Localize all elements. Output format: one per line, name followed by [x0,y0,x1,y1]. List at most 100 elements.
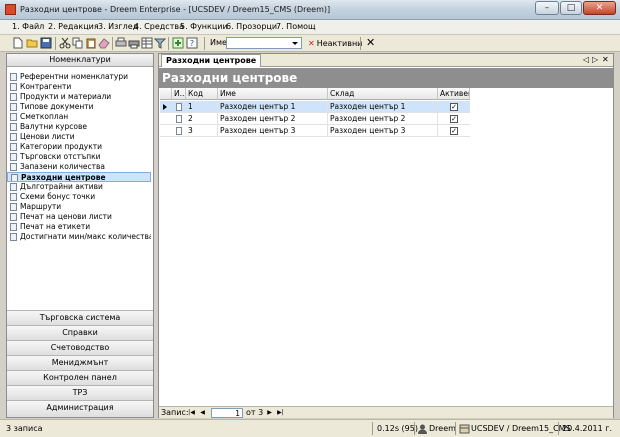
menu-bar: 1. Файл 2. Редакция 3. Изглед 4. Средств… [0,20,620,35]
status-bar: 3 записа 0.12s (95) Dreem UCSDEV / Dreem… [0,419,620,437]
menu-edit[interactable]: 2. Редакция [48,22,99,31]
tab-cost-centers[interactable]: Разходни центрове [161,54,262,67]
ledger-icon [10,113,17,121]
menu-tools[interactable]: 4. Средства [134,22,184,31]
sidebar-section-accounting[interactable]: Счетоводство [7,340,153,355]
print-icon[interactable] [128,37,140,49]
grid-header-active[interactable]: Активен [438,88,470,100]
grid-header-name[interactable]: Име [218,88,328,100]
tab-prev-button[interactable]: ◁ [583,55,589,64]
discount-icon [10,153,17,161]
sidebar-item-product-categories[interactable]: Категории продукти [7,142,151,152]
sidebar-section-payroll[interactable]: ТРЗ [7,385,153,400]
route-icon [10,203,17,211]
sidebar-item-exchange-rates[interactable]: Валутни курсове [7,122,151,132]
refresh-icon[interactable] [172,37,184,49]
menu-windows[interactable]: 6. Прозорци [226,22,277,31]
sidebar-item-bonus-schemes[interactable]: Схеми бонус точки [7,192,151,202]
sidebar-item-min-max-quantities[interactable]: Достигнати мин/макс количества... [7,232,151,242]
chevron-down-icon[interactable] [292,42,298,45]
sidebar-section-management[interactable]: Мениджмънт [7,355,153,370]
sidebar-item-reference[interactable]: Референтни номенклатури [7,72,151,82]
user-icon [418,424,427,434]
record-count: от 3 [246,408,264,417]
cell-name: Разходен център 3 [218,125,328,137]
cell-code: 1 [186,101,218,113]
new-document-icon[interactable] [12,37,24,49]
sidebar-item-doc-types[interactable]: Типове документи [7,102,151,112]
table-row[interactable]: 3 Разходен център 3 Разходен център 3 ✓ [160,125,470,137]
window-title: Разходни центрове - Dreem Enterprise - [… [20,5,331,14]
save-icon[interactable] [40,37,52,49]
eraser-icon[interactable] [98,37,110,49]
table-row[interactable]: 2 Разходен център 2 Разходен център 2 ✓ [160,113,470,125]
printer-icon [10,213,17,221]
sidebar-item-cost-centers[interactable]: Разходни центрове [7,172,151,182]
menu-file[interactable]: 1. Файл [12,22,44,31]
sidebar-item-reserved-quantities[interactable]: Запазени количества [7,162,151,172]
last-record-button[interactable]: ▶| [276,408,285,417]
clear-filter-button[interactable]: ✕ [366,36,375,49]
sidebar-item-fixed-assets[interactable]: Дълготрайни активи [7,182,151,192]
paste-icon[interactable] [85,37,97,49]
app-icon [5,4,16,15]
active-checkbox[interactable]: ✓ [450,103,458,111]
status-timing: 0.12s (95) [377,424,418,433]
cut-icon[interactable] [59,37,71,49]
document-icon [10,103,17,111]
sidebar-header[interactable]: Номенклатури [7,54,153,67]
name-filter-input[interactable] [226,37,302,49]
help-icon[interactable]: ? [186,37,198,49]
record-number-input[interactable] [211,408,243,418]
tab-close-button[interactable]: ✕ [602,55,609,64]
prev-record-button[interactable]: ◀ [198,408,207,417]
tab-next-button[interactable]: ▷ [592,55,598,64]
toolbar-separator [360,37,361,50]
sidebar-item-contractors[interactable]: Контрагенти [7,82,151,92]
menu-help[interactable]: 7. Помощ [276,22,316,31]
toolbar-separator [204,37,205,50]
cell-code: 3 [186,125,218,137]
sidebar-item-routes[interactable]: Маршрути [7,202,151,212]
cell-warehouse: Разходен център 2 [328,113,438,125]
grid-icon[interactable] [141,37,153,49]
grid-header-code[interactable]: Код [186,88,218,100]
cell-name: Разходен център 1 [218,101,328,113]
sidebar-item-chart-accounts[interactable]: Сметкоплан [7,112,151,122]
sidebar-section-administration[interactable]: Администрация [7,400,153,417]
currency-icon [10,123,17,131]
status-date: 20.4.2011 г. [562,424,613,433]
reserve-icon [10,163,17,171]
next-record-button[interactable]: ▶ [265,408,274,417]
sidebar-item-print-price-lists[interactable]: Печат на ценови листи [7,212,151,222]
active-checkbox[interactable]: ✓ [450,115,458,123]
inactive-filter-button[interactable]: ✕ Неактивни [306,37,364,50]
maximize-button[interactable]: □ [560,1,582,15]
sidebar-section-trade[interactable]: Търговска система [7,310,153,325]
print-preview-icon[interactable] [115,37,127,49]
cell-warehouse: Разходен център 1 [328,101,438,113]
menu-functions[interactable]: 5. Функции [180,22,228,31]
table-row[interactable]: 1 Разходен център 1 Разходен център 1 ✓ [160,101,470,113]
filter-icon[interactable] [154,37,166,49]
sidebar-section-control-panel[interactable]: Контролен панел [7,370,153,385]
sidebar-item-print-labels[interactable]: Печат на етикети [7,222,151,232]
sidebar-item-discounts[interactable]: Търговски отстъпки [7,152,151,162]
menu-view[interactable]: 3. Изглед [98,22,138,31]
copy-icon[interactable] [72,37,84,49]
active-checkbox[interactable]: ✓ [450,127,458,135]
open-folder-icon[interactable] [26,37,38,49]
close-button[interactable]: ✕ [583,1,616,15]
page-title: Разходни центрове [159,68,613,88]
chart-icon [10,233,17,241]
sidebar-section-reports[interactable]: Справки [7,325,153,340]
sidebar-item-products[interactable]: Продукти и материали [7,92,151,102]
sidebar-item-price-lists[interactable]: Ценови листи [7,132,151,142]
box-icon [10,93,17,101]
document-icon [176,115,182,123]
main-panel: Разходни центрове ◁ ▷ ✕ Разходни центров… [158,53,614,418]
grid-header-icon[interactable]: И... [172,88,186,100]
grid-header-warehouse[interactable]: Склад [328,88,438,100]
minimize-button[interactable]: – [535,1,559,15]
first-record-button[interactable]: |◀ [187,408,196,417]
